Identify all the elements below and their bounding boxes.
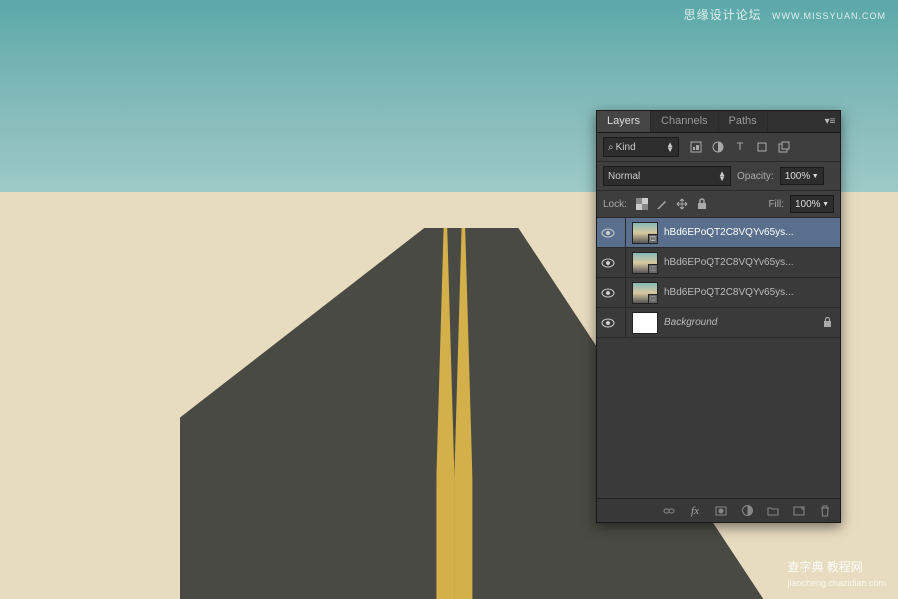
layer-row[interactable]: ◫ hBd6EPoQT2C8VQYv65ys... <box>597 218 840 248</box>
layers-panel: Layers Channels Paths ▾≡ ⌕ Kind ▲▼ T <box>596 110 841 523</box>
smart-object-badge-icon: ◫ <box>648 294 658 304</box>
filter-adjustment-icon[interactable] <box>711 140 725 154</box>
lock-position-icon[interactable] <box>675 197 689 211</box>
tab-channels[interactable]: Channels <box>651 111 718 132</box>
panel-footer: fx <box>597 498 840 522</box>
fill-input[interactable]: 100% ▼ <box>790 195 834 213</box>
lock-label: Lock: <box>603 199 627 210</box>
lock-row: Lock: Fill: 100% ▼ <box>597 191 840 218</box>
opacity-input[interactable]: 100% ▼ <box>780 167 824 185</box>
delete-layer-icon[interactable] <box>818 504 832 518</box>
tab-layers[interactable]: Layers <box>597 111 651 132</box>
blend-row: Normal ▲▼ Opacity: 100% ▼ <box>597 162 840 191</box>
filter-kind-dropdown[interactable]: ⌕ Kind ▲▼ <box>603 137 679 157</box>
layer-row[interactable]: Background <box>597 308 840 338</box>
watermark-top: 思缘设计论坛 WWW.MISSYUAN.COM <box>684 6 886 23</box>
layer-name[interactable]: Background <box>664 317 817 328</box>
layers-list: ◫ hBd6EPoQT2C8VQYv65ys... ◫ hBd6EPoQT2C8… <box>597 218 840 498</box>
layer-style-icon[interactable]: fx <box>688 504 702 518</box>
layer-thumbnail[interactable] <box>632 312 658 334</box>
layer-row[interactable]: ◫ hBd6EPoQT2C8VQYv65ys... <box>597 278 840 308</box>
tab-paths[interactable]: Paths <box>719 111 768 132</box>
smart-object-badge-icon: ◫ <box>648 234 658 244</box>
new-layer-icon[interactable] <box>792 504 806 518</box>
lock-pixels-icon[interactable] <box>655 197 669 211</box>
filter-type-icon[interactable]: T <box>733 140 747 154</box>
lock-all-icon[interactable] <box>695 197 709 211</box>
fill-label: Fill: <box>768 199 784 210</box>
panel-menu-icon[interactable]: ▾≡ <box>820 111 840 132</box>
visibility-toggle-icon[interactable] <box>601 228 619 238</box>
visibility-toggle-icon[interactable] <box>601 318 619 328</box>
layer-thumbnail[interactable]: ◫ <box>632 252 658 274</box>
visibility-toggle-icon[interactable] <box>601 288 619 298</box>
blend-mode-dropdown[interactable]: Normal ▲▼ <box>603 166 731 186</box>
filter-pixel-icon[interactable] <box>689 140 703 154</box>
layer-name[interactable]: hBd6EPoQT2C8VQYv65ys... <box>664 287 836 298</box>
layer-thumbnail[interactable]: ◫ <box>632 222 658 244</box>
filter-smart-icon[interactable] <box>777 140 791 154</box>
lock-transparency-icon[interactable] <box>635 197 649 211</box>
panel-tab-bar: Layers Channels Paths ▾≡ <box>597 111 840 133</box>
filter-shape-icon[interactable] <box>755 140 769 154</box>
link-layers-icon[interactable] <box>662 504 676 518</box>
lock-indicator-icon <box>823 317 832 328</box>
new-group-icon[interactable] <box>766 504 780 518</box>
layer-thumbnail[interactable]: ◫ <box>632 282 658 304</box>
layer-name[interactable]: hBd6EPoQT2C8VQYv65ys... <box>664 227 836 238</box>
layer-mask-icon[interactable] <box>714 504 728 518</box>
visibility-toggle-icon[interactable] <box>601 258 619 268</box>
opacity-label: Opacity: <box>737 171 774 182</box>
layer-name[interactable]: hBd6EPoQT2C8VQYv65ys... <box>664 257 836 268</box>
watermark-bottom: 查字典 教程网 jiaocheng.chazidian.com <box>787 558 886 589</box>
smart-object-badge-icon: ◫ <box>648 264 658 274</box>
layer-row[interactable]: ◫ hBd6EPoQT2C8VQYv65ys... <box>597 248 840 278</box>
filter-row: ⌕ Kind ▲▼ T <box>597 133 840 162</box>
adjustment-layer-icon[interactable] <box>740 504 754 518</box>
